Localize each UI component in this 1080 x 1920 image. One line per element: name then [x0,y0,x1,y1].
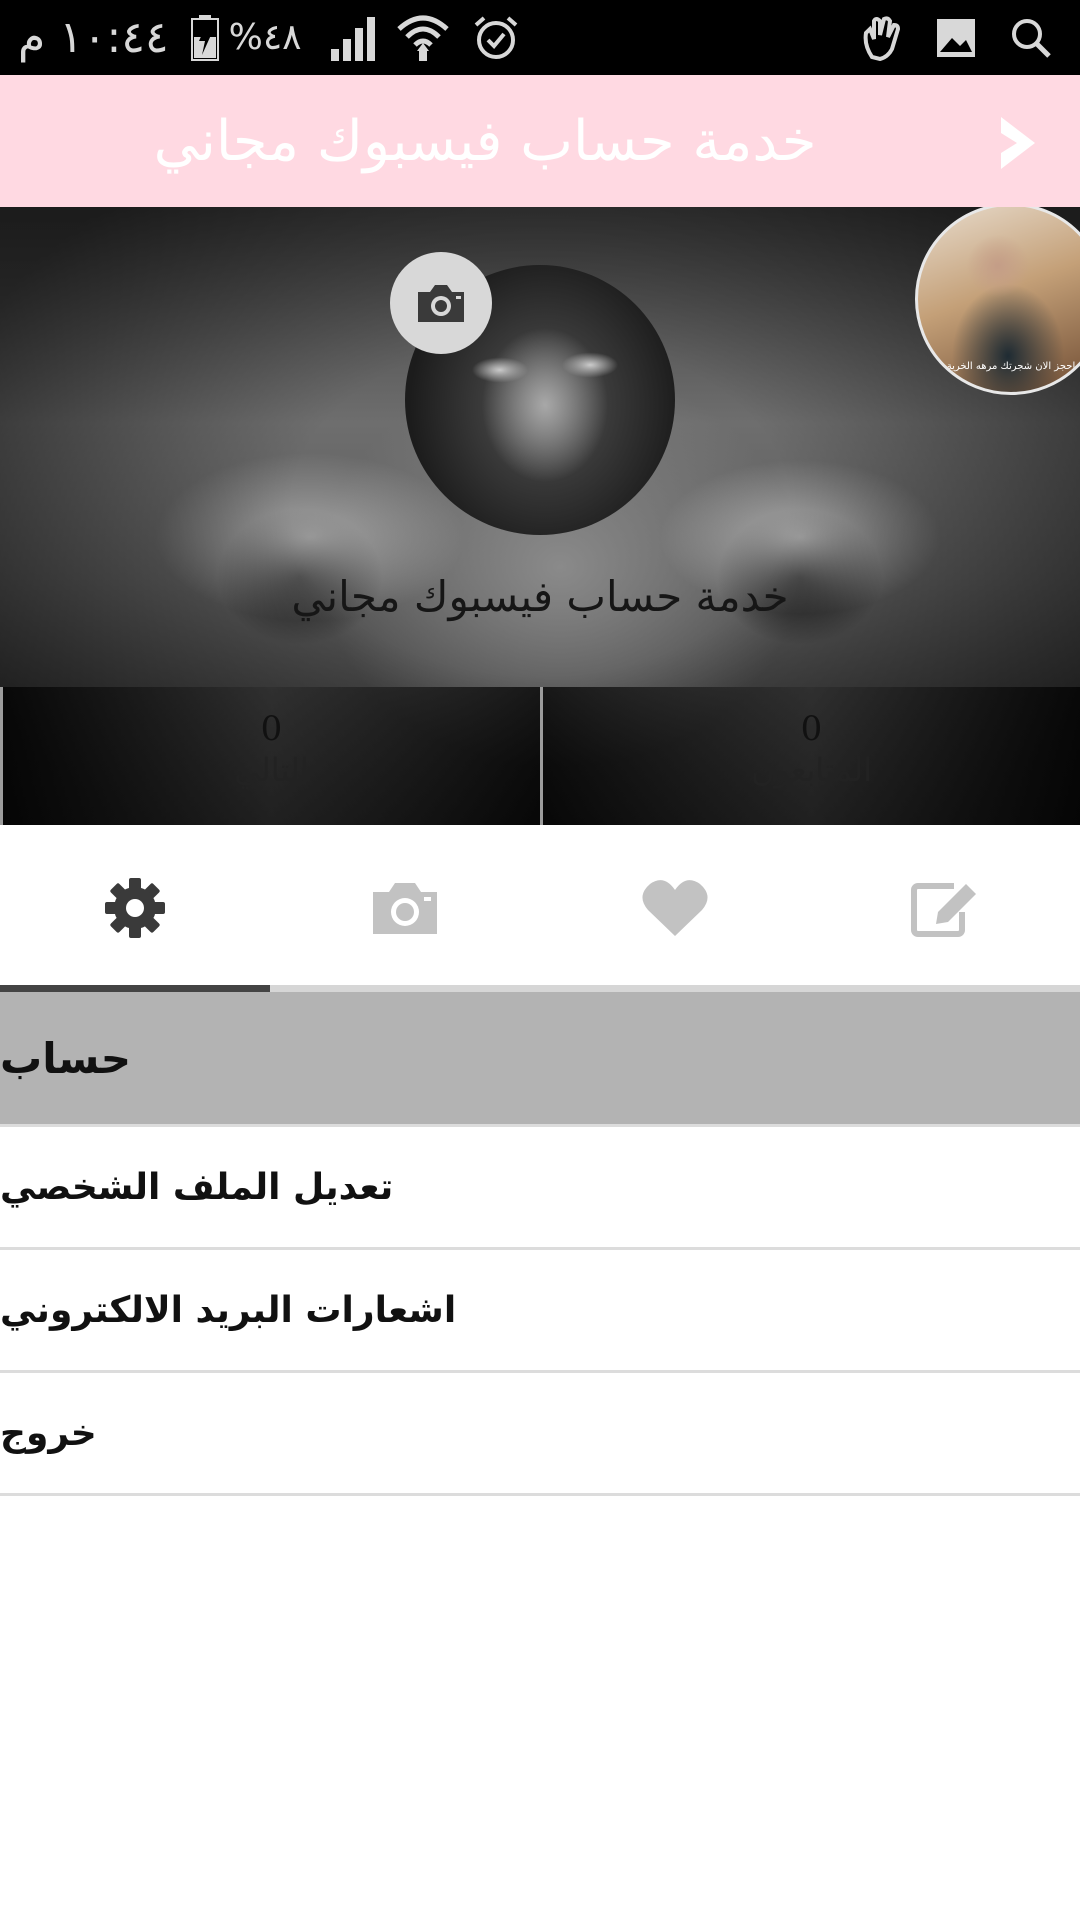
tab-edit[interactable] [810,825,1080,990]
profile-name: خدمة حساب فيسبوك مجاني [291,572,789,621]
battery-icon [190,14,219,61]
signal-icon [329,15,379,61]
wifi-icon [397,13,450,63]
alarm-icon [473,15,519,61]
clock: ١٠:٤٤ م [18,12,169,63]
promo-caption: احجز الان شجرتك مرهه الخرية [946,361,1076,372]
edit-icon [911,882,976,937]
tab-likes[interactable] [540,825,810,990]
tab-indicator [0,985,270,992]
following-count: 0 [260,709,283,749]
followers-label: المتابعون [751,751,872,789]
stats-row: 0 المتابعون 0 التالي [0,687,1080,825]
status-bar: ١٠:٤٤ م %٤٨ [0,0,1080,75]
following-label: التالي [234,751,309,789]
search-icon[interactable] [1010,17,1052,59]
toolbar-title: خدمة حساب فيسبوك مجاني [153,108,817,174]
menu-item-email-notifications[interactable]: اشعارات البريد الالكتروني [0,1250,1080,1373]
app-toolbar: خدمة حساب فيسبوك مجاني [0,75,1080,207]
followers-count: 0 [800,709,823,749]
section-header-account: حساب [0,992,1080,1124]
tab-settings[interactable] [0,825,270,990]
following-stat[interactable]: 0 التالي [0,687,540,825]
followers-stat[interactable]: 0 المتابعون [540,687,1080,825]
gear-icon [105,877,165,938]
gallery-icon [936,18,976,58]
touch-icon [858,15,902,61]
chevron-right-icon [1001,117,1035,169]
menu-item-edit-profile[interactable]: تعديل الملف الشخصي [0,1124,1080,1250]
settings-list: تعديل الملف الشخصي اشعارات البريد الالكت… [0,1124,1080,1496]
change-photo-button[interactable] [390,252,492,354]
battery-percent: %٤٨ [228,17,302,58]
promo-avatar[interactable]: احجز الان شجرتك مرهه الخرية [915,207,1080,395]
profile-tabs [0,825,1080,990]
camera-icon [418,285,464,322]
back-button[interactable] [980,105,1056,181]
heart-icon [642,879,708,936]
tab-photos[interactable] [270,825,540,990]
profile-header: احجز الان شجرتك مرهه الخرية خدمة حساب في… [0,207,1080,825]
camera-icon [373,882,437,934]
menu-item-logout[interactable]: خروج [0,1373,1080,1496]
